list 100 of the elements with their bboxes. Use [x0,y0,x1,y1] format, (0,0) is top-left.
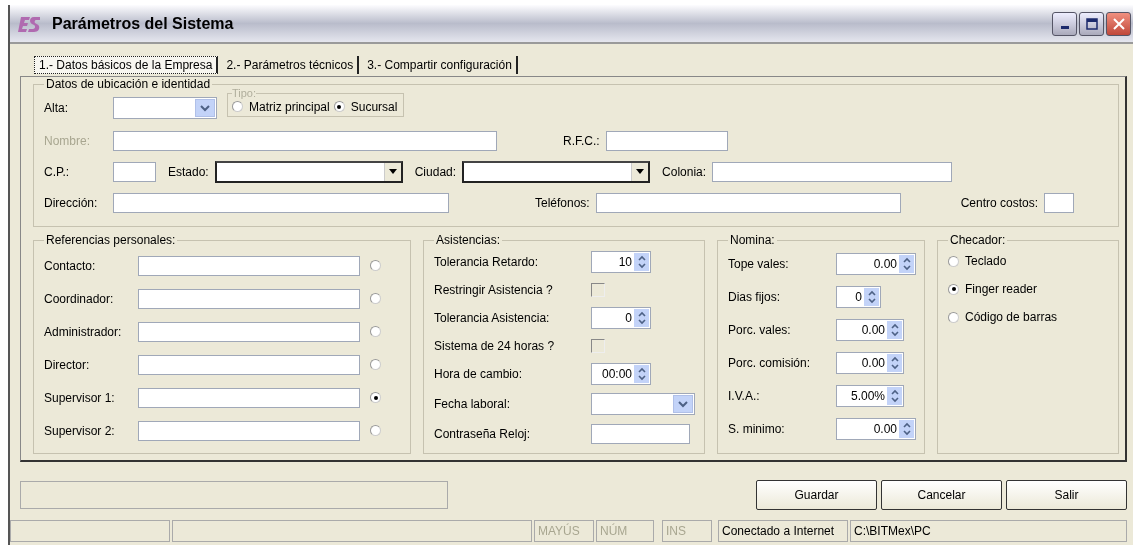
status-text: C:\BITMex\PC [850,520,1127,542]
tab[interactable]: 2.- Parámetros técnicos [222,56,360,74]
radio-button[interactable] [370,293,381,304]
radio-button[interactable] [370,359,381,370]
window-title: Parámetros del Sistema [52,14,235,33]
field-label: C.P.: [44,164,71,179]
spinner-arrows-icon [887,386,902,405]
action-button[interactable]: Guardar [756,480,877,510]
field-label: S. minimo: [728,421,786,436]
minimize-icon [1060,26,1069,29]
field-label: Estado: [168,164,209,179]
field-label: Coordinador: [44,291,115,306]
field-label: Alta: [44,101,69,115]
field-label: Ciudad: [414,164,457,179]
input-field[interactable] [113,130,497,151]
field-label: I.V.A.: [728,388,761,403]
spin-field[interactable]: 0.00 [836,417,916,440]
spinner-arrows-icon [634,309,649,327]
field-label: Nombre: [44,133,91,148]
maximize-button[interactable] [1079,11,1104,36]
field-label: Tolerancia Asistencia: [434,311,551,325]
field-label: Fecha laboral: [434,397,512,411]
close-icon [1112,17,1125,30]
radio-option[interactable]: Matriz principal [232,99,330,114]
field-label: Sistema de 24 horas ? [434,339,556,353]
status-text: NÚM [596,520,654,542]
group-title: Nomina: [729,233,776,247]
action-button[interactable]: Cancelar [881,480,1002,510]
spin-field[interactable]: 0.00 [836,351,904,374]
input-field[interactable] [138,387,360,408]
spin-field[interactable]: 0.00 [836,252,916,275]
radio-option[interactable]: Sucursal [333,99,398,114]
spinner-arrows-icon [899,419,914,438]
input-field[interactable] [138,420,360,441]
field-label: Dias fijos: [728,289,781,304]
input-field[interactable] [113,161,156,182]
spinner-arrows-icon [887,353,902,372]
radio-option[interactable]: Código de barras [948,303,1058,331]
input-field[interactable] [595,192,901,213]
group-title: Tipo: [232,87,257,99]
input-field[interactable] [138,354,360,375]
group-title: Referencias personales: [45,233,177,247]
checkbox[interactable] [591,283,605,297]
input-field[interactable] [1044,192,1075,213]
radio-button[interactable] [370,260,381,271]
spin-field[interactable]: 0 [591,307,651,329]
field-label: Porc. comisión: [728,355,812,370]
field-label: Contraseña Reloj: [434,427,532,441]
dropdown[interactable] [214,160,403,183]
field-label: Supervisor 2: [44,423,116,438]
spinner-arrows-icon [634,365,649,383]
field-label: Teléfonos: [535,195,590,210]
date-dropdown[interactable] [113,97,217,119]
input-field[interactable] [138,288,360,309]
input-field[interactable] [138,255,360,276]
spinner-arrows-icon [899,254,914,273]
close-button[interactable] [1106,11,1131,36]
field-label: Tope vales: [728,256,790,271]
status-text: Conectado a Internet [718,520,848,542]
spinner-arrows-icon [887,320,902,339]
radio-option[interactable]: Teclado [948,247,1007,275]
spin-field[interactable]: 10 [591,251,651,273]
input-field[interactable] [712,161,953,182]
tab[interactable]: 3.- Compartir configuración [363,56,518,74]
radio-option[interactable]: Finger reader [948,275,1038,303]
input-field[interactable] [605,130,728,151]
field-label: Hora de cambio: [434,367,524,381]
field-label: Administrador: [44,324,123,339]
input-field[interactable] [113,192,449,213]
field-label: Centro costos: [960,195,1039,210]
status-text: MAYÚS [534,520,594,542]
minimize-button[interactable] [1052,11,1077,36]
spinner-arrows-icon [634,253,649,271]
status-text: INS [662,520,712,542]
field-label: Director: [44,357,91,372]
field-label: Colonia: [662,164,707,179]
radio-button[interactable] [370,392,381,403]
spinner-arrows-icon [864,287,879,306]
group-title: Asistencias: [435,233,502,247]
group-title: Datos de ubicación e identidad [45,77,212,91]
field-label: Supervisor 1: [44,390,116,405]
spin-field[interactable]: 00:00 [591,363,651,385]
field-label: R.F.C.: [563,133,600,148]
spin-field[interactable]: 0.00 [836,318,904,341]
maximize-icon [1085,17,1098,30]
field-label: Porc. vales: [728,322,792,337]
field-label: Contacto: [44,258,97,273]
group-title: Checador: [949,233,1007,247]
field-label: Restringir Asistencia ? [434,283,554,297]
field-label: Dirección: [44,195,99,210]
dropdown[interactable] [462,160,651,183]
tab[interactable]: 1.- Datos básicos de la Empresa [34,56,219,74]
input-field[interactable] [591,424,690,444]
radio-button[interactable] [370,326,381,337]
spin-field[interactable]: 0 [836,285,881,308]
radio-button[interactable] [370,425,381,436]
input-field[interactable] [138,321,360,342]
spin-field[interactable]: 5.00% [836,384,904,407]
checkbox[interactable] [591,339,605,353]
action-button[interactable]: Salir [1006,480,1127,510]
